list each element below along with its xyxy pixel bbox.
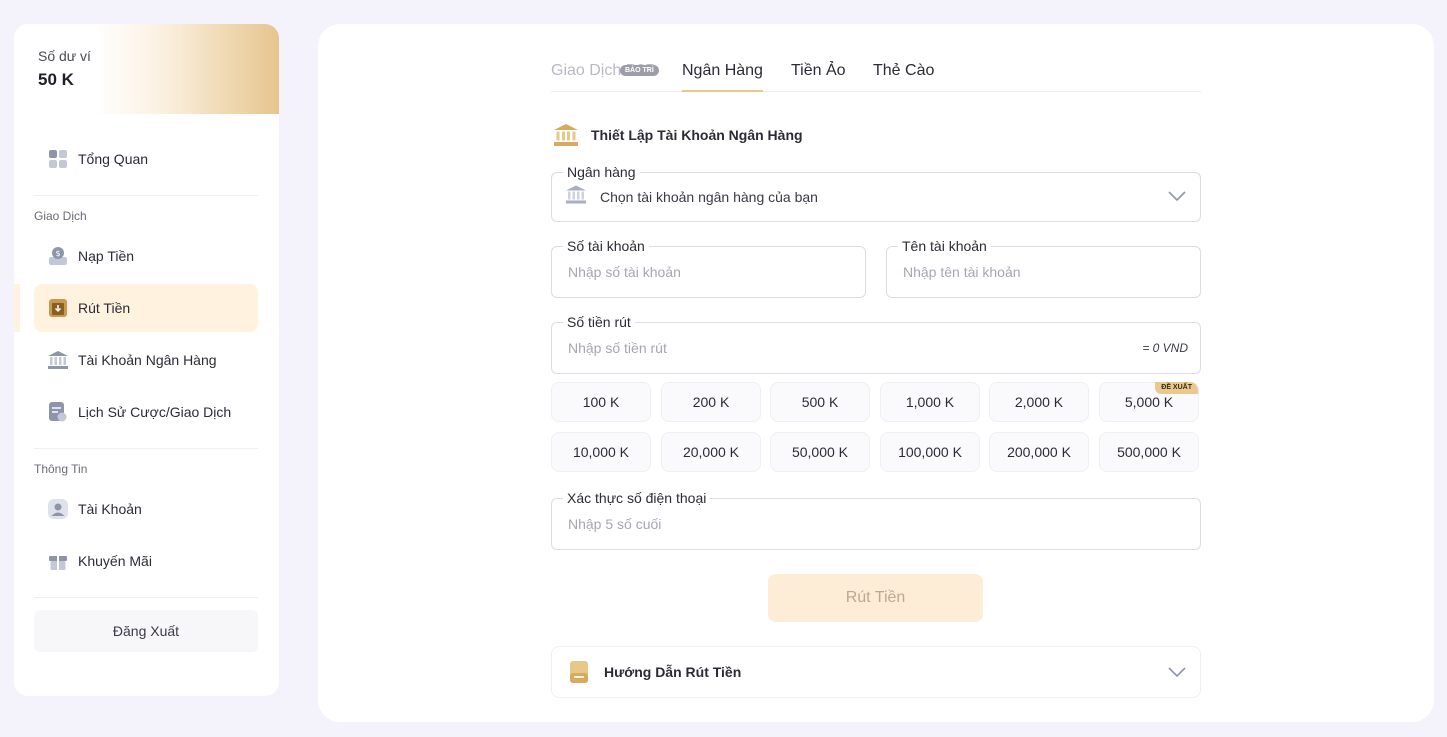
sidebar-item-label: Khuyến Mãi xyxy=(78,553,152,569)
amount-option[interactable]: 20,000 K xyxy=(661,432,761,472)
section-title: Thiết Lập Tài Khoản Ngân Hàng xyxy=(551,120,803,150)
wallet-balance: 50 K xyxy=(38,70,74,89)
main-panel: Giao Dịch P2P BẢO TRÌ Ngân Hàng Tiền Ảo … xyxy=(318,24,1434,722)
divider xyxy=(34,597,258,598)
amount-option-label: 5,000 K xyxy=(1124,394,1174,410)
amount-placeholder: Nhập số tiền rút xyxy=(568,340,667,356)
account-name-placeholder: Nhập tên tài khoản xyxy=(903,264,1021,280)
sidebar: Số dư ví 50 K Tổng Quan Giao Dịch $ Nạp … xyxy=(14,24,279,696)
suggested-badge: ĐỀ XUẤT xyxy=(1155,382,1198,394)
amount-option-suggested[interactable]: 5,000 K ĐỀ XUẤT xyxy=(1099,382,1199,422)
section-title-text: Thiết Lập Tài Khoản Ngân Hàng xyxy=(591,127,803,143)
divider xyxy=(34,195,258,196)
account-number-field[interactable]: Số tài khoản Nhập số tài khoản xyxy=(551,237,866,298)
chevron-down-icon xyxy=(1168,664,1186,680)
sidebar-item-label: Tài Khoản Ngân Hàng xyxy=(78,352,217,368)
active-indicator xyxy=(14,284,20,332)
history-icon xyxy=(48,402,68,422)
wallet-label: Số dư ví xyxy=(38,48,91,64)
amount-label: Số tiền rút xyxy=(563,313,635,331)
guide-label: Hướng Dẫn Rút Tiền xyxy=(604,664,742,680)
sidebar-item-label: Tài Khoản xyxy=(78,501,142,517)
phone-verify-placeholder: Nhập 5 số cuối xyxy=(568,516,662,532)
phone-verify-label: Xác thực số điện thoại xyxy=(563,489,711,507)
bank-icon xyxy=(48,350,68,370)
amount-option[interactable]: 50,000 K xyxy=(770,432,870,472)
amount-converted: = 0 VND xyxy=(1142,341,1188,355)
sidebar-item-withdraw[interactable]: Rút Tiền xyxy=(34,284,258,332)
sidebar-item-bank-account[interactable]: Tài Khoản Ngân Hàng xyxy=(34,336,258,384)
sidebar-item-label: Rút Tiền xyxy=(78,300,131,316)
divider xyxy=(34,448,258,449)
bank-select[interactable]: Ngân hàng Chọn tài khoản ngân hàng của b… xyxy=(551,163,1201,222)
amount-option[interactable]: 2,000 K xyxy=(989,382,1089,422)
section-label-info: Thông Tin xyxy=(34,462,88,476)
amount-option[interactable]: 100,000 K xyxy=(880,432,980,472)
user-icon xyxy=(48,499,68,519)
withdraw-submit-button[interactable]: Rút Tiền xyxy=(768,574,983,622)
account-name-label: Tên tài khoản xyxy=(898,237,991,255)
sidebar-item-deposit[interactable]: $ Nạp Tiền xyxy=(34,232,258,280)
bank-select-value: Chọn tài khoản ngân hàng của bạn xyxy=(600,189,818,205)
amount-option[interactable]: 1,000 K xyxy=(880,382,980,422)
bank-icon xyxy=(566,185,586,209)
account-name-field[interactable]: Tên tài khoản Nhập tên tài khoản xyxy=(886,237,1201,298)
document-icon xyxy=(570,661,590,683)
maintenance-badge: BẢO TRÌ xyxy=(620,65,659,76)
wallet-card: Số dư ví 50 K xyxy=(14,24,279,114)
withdraw-icon xyxy=(48,298,68,318)
dashboard-icon xyxy=(48,149,68,169)
amount-option[interactable]: 10,000 K xyxy=(551,432,651,472)
chevron-down-icon xyxy=(1168,188,1186,206)
account-number-label: Số tài khoản xyxy=(563,237,649,255)
tab-crypto[interactable]: Tiền Ảo xyxy=(791,62,846,90)
amount-option[interactable]: 200 K xyxy=(661,382,761,422)
gift-icon xyxy=(48,551,68,571)
amount-field[interactable]: Số tiền rút Nhập số tiền rút = 0 VND xyxy=(551,313,1201,374)
sidebar-item-account[interactable]: Tài Khoản xyxy=(34,485,258,533)
sidebar-item-promotions[interactable]: Khuyến Mãi xyxy=(34,537,258,585)
deposit-icon: $ xyxy=(48,246,68,266)
amount-option[interactable]: 500,000 K xyxy=(1099,432,1199,472)
sidebar-item-label: Nạp Tiền xyxy=(78,248,135,264)
tab-card[interactable]: Thẻ Cào xyxy=(873,62,934,90)
sidebar-item-history[interactable]: Lịch Sử Cược/Giao Dịch xyxy=(34,388,258,436)
phone-verify-field[interactable]: Xác thực số điện thoại Nhập 5 số cuối xyxy=(551,489,1201,550)
sidebar-item-label: Tổng Quan xyxy=(78,151,149,167)
logout-button[interactable]: Đăng Xuất xyxy=(34,610,258,652)
bank-select-label: Ngân hàng xyxy=(563,163,640,181)
amount-option[interactable]: 100 K xyxy=(551,382,651,422)
svg-text:$: $ xyxy=(55,249,60,258)
withdraw-guide-accordion[interactable]: Hướng Dẫn Rút Tiền xyxy=(551,646,1201,698)
sidebar-item-label: Lịch Sử Cược/Giao Dịch xyxy=(78,404,232,420)
account-number-placeholder: Nhập số tài khoản xyxy=(568,264,681,280)
sidebar-item-overview[interactable]: Tổng Quan xyxy=(34,135,258,183)
tab-bank[interactable]: Ngân Hàng xyxy=(682,62,763,92)
bank-icon xyxy=(551,120,581,150)
amount-option[interactable]: 200,000 K xyxy=(989,432,1089,472)
tab-bar: Giao Dịch P2P BẢO TRÌ Ngân Hàng Tiền Ảo … xyxy=(551,48,1201,92)
section-label-transactions: Giao Dịch xyxy=(34,209,87,223)
amount-option[interactable]: 500 K xyxy=(770,382,870,422)
